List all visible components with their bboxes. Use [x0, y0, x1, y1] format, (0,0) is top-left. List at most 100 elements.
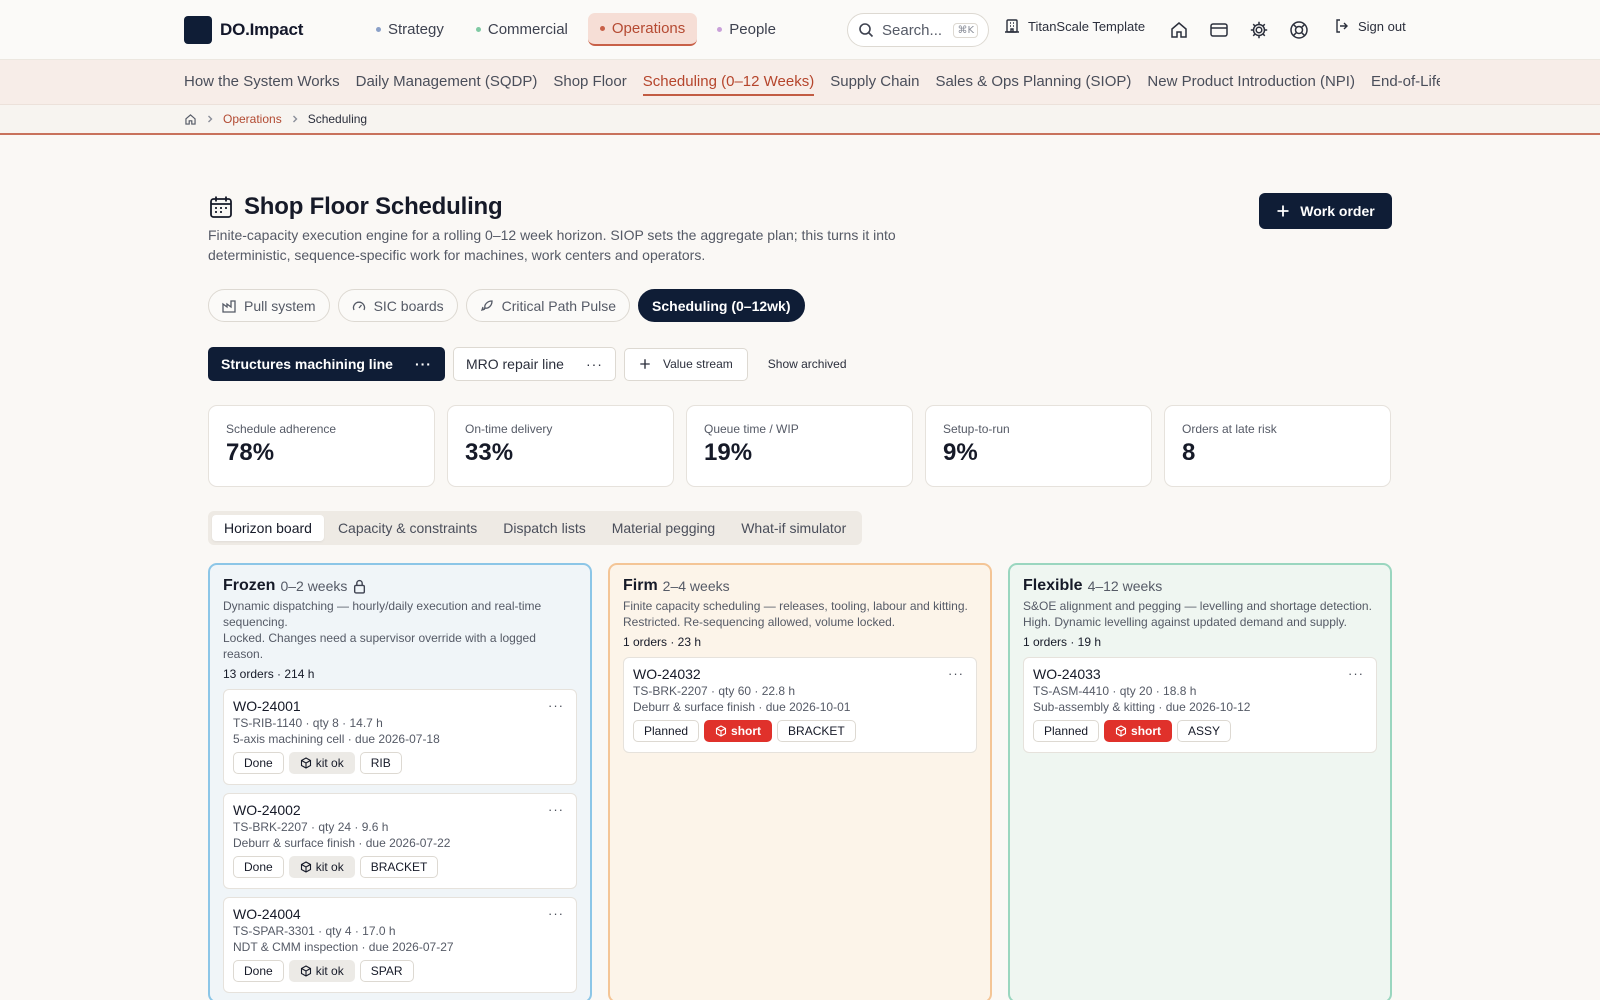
work-order-operation: 5-axis machining cell · due 2026-07-18 [233, 732, 440, 746]
module-label: People [729, 21, 776, 38]
work-order-operation: Deburr & surface finish · due 2026-10-01 [633, 700, 851, 714]
mode-sic-boards[interactable]: SIC boards [337, 289, 458, 322]
kit-status-badge: kit ok [288, 752, 355, 774]
column-title: Firm [623, 577, 658, 594]
tab-npi[interactable]: New Product Introduction (NPI) [1147, 60, 1355, 103]
module-commercial[interactable]: Commercial [464, 13, 580, 46]
value-stream-label: Structures machining line [221, 356, 393, 372]
part-family-badge: BRACKET [777, 720, 856, 742]
more-horizontal-icon[interactable]: ··· [548, 906, 564, 921]
horizon-column-flexible: Flexible 4–12 weeks S&OE alignment and p… [1008, 563, 1392, 1000]
work-order-part: TS-BRK-2207 · qty 60 · 22.8 h [633, 684, 796, 698]
tab-siop[interactable]: Sales & Ops Planning (SIOP) [935, 60, 1131, 103]
value-stream-mro[interactable]: MRO repair line ··· [452, 347, 616, 381]
kpi-setup-to-run: Setup-to-run 9% [925, 405, 1152, 487]
chevron-right-icon [290, 114, 300, 124]
more-horizontal-icon[interactable]: ··· [415, 356, 432, 372]
building-icon [1004, 18, 1020, 34]
kpi-schedule-adherence: Schedule adherence 78% [208, 405, 435, 487]
more-horizontal-icon[interactable]: ··· [1348, 666, 1364, 681]
search-icon [858, 22, 874, 38]
kit-status-badge: kit ok [288, 856, 355, 878]
brand-logo[interactable]: DO.Impact [184, 16, 303, 44]
tab-end-of-life[interactable]: End-of-Life [1371, 60, 1440, 103]
part-family-badge: BRACKET [359, 856, 439, 878]
kpi-row: Schedule adherence 78% On-time delivery … [208, 405, 1391, 487]
kpi-value: 19% [704, 439, 753, 466]
home-icon[interactable] [184, 113, 197, 126]
settings-gear-icon[interactable] [1246, 17, 1272, 43]
more-horizontal-icon[interactable]: ··· [548, 698, 564, 713]
tab-shop-floor[interactable]: Shop Floor [553, 60, 626, 103]
work-order-card[interactable]: WO-24033 ··· TS-ASM-4410 · qty 20 · 18.8… [1023, 657, 1377, 753]
work-order-id: WO-24004 [233, 906, 301, 922]
sign-out-label: Sign out [1358, 18, 1406, 34]
work-order-card[interactable]: WO-24001 ··· TS-RIB-1140 · qty 8 · 14.7 … [223, 689, 577, 785]
kpi-label: Queue time / WIP [704, 422, 799, 436]
work-order-card[interactable]: WO-24032 ··· TS-BRK-2207 · qty 60 · 22.8… [623, 657, 977, 753]
top-nav: DO.Impact Strategy Commercial Operations… [0, 0, 1600, 60]
more-horizontal-icon[interactable]: ··· [586, 356, 603, 372]
column-stats: 13 orders · 214 h [223, 667, 315, 681]
breadcrumb: Operations Scheduling [184, 112, 367, 126]
module-label: Strategy [388, 21, 444, 38]
tenant-label: TitanScale Template [1028, 18, 1146, 34]
column-policy: Restricted. Re-sequencing allowed, volum… [623, 615, 896, 629]
work-order-part: TS-SPAR-3301 · qty 4 · 17.0 h [233, 924, 396, 938]
module-operations[interactable]: Operations [587, 13, 698, 46]
work-order-card[interactable]: WO-24004 ··· TS-SPAR-3301 · qty 4 · 17.0… [223, 897, 577, 993]
work-order-part: TS-BRK-2207 · qty 24 · 9.6 h [233, 820, 389, 834]
kit-status-label: kit ok [315, 964, 344, 978]
kpi-label: Setup-to-run [943, 422, 1010, 436]
tab-material-pegging[interactable]: Material pegging [600, 515, 728, 541]
tab-scheduling[interactable]: Scheduling (0–12 Weeks) [642, 60, 815, 96]
show-archived-toggle[interactable]: Show archived [768, 357, 847, 371]
value-stream-structures[interactable]: Structures machining line ··· [208, 347, 445, 381]
tab-capacity-constraints[interactable]: Capacity & constraints [326, 515, 489, 541]
more-horizontal-icon[interactable]: ··· [548, 802, 564, 817]
tab-supply-chain[interactable]: Supply Chain [830, 60, 919, 103]
tab-how-the-system-works[interactable]: How the System Works [184, 60, 340, 103]
tab-daily-management[interactable]: Daily Management (SQDP) [356, 60, 538, 103]
module-people[interactable]: People [705, 13, 788, 46]
work-order-operation: NDT & CMM inspection · due 2026-07-27 [233, 940, 454, 954]
kit-status-label: kit ok [315, 860, 344, 874]
column-description: S&OE alignment and pegging — levelling a… [1023, 599, 1372, 613]
mode-critical-path-pulse[interactable]: Critical Path Pulse [465, 289, 631, 322]
tab-horizon-board[interactable]: Horizon board [212, 515, 324, 541]
status-badge: Planned [1033, 720, 1100, 742]
package-icon [715, 725, 727, 737]
mode-scheduling[interactable]: Scheduling (0–12wk) [638, 289, 805, 322]
tenant-switcher[interactable]: TitanScale Template [1004, 18, 1145, 34]
search-shortcut: ⌘K [953, 22, 978, 38]
kit-status-badge: short [1104, 720, 1173, 742]
more-horizontal-icon[interactable]: ··· [948, 666, 964, 681]
kpi-value: 8 [1182, 439, 1196, 466]
tab-dispatch-lists[interactable]: Dispatch lists [491, 515, 597, 541]
billing-card-icon[interactable] [1206, 17, 1232, 43]
kpi-value: 78% [226, 439, 275, 466]
tab-what-if-simulator[interactable]: What-if simulator [729, 515, 858, 541]
work-order-id: WO-24033 [1033, 666, 1101, 682]
module-strategy[interactable]: Strategy [364, 13, 456, 46]
column-policy: High. Dynamic levelling against updated … [1023, 615, 1347, 629]
calendar-icon [208, 194, 234, 220]
rocket-icon [480, 299, 494, 313]
work-order-card[interactable]: WO-24002 ··· TS-BRK-2207 · qty 24 · 9.6 … [223, 793, 577, 889]
search-input[interactable]: Search... ⌘K [847, 13, 989, 47]
add-value-stream-button[interactable]: Value stream [623, 347, 748, 381]
breadcrumb-operations[interactable]: Operations [223, 112, 282, 126]
part-family-badge: ASSY [1177, 720, 1232, 742]
sign-out-icon [1334, 18, 1350, 34]
sign-out-button[interactable]: Sign out [1334, 18, 1406, 34]
help-lifebuoy-icon[interactable] [1286, 17, 1312, 43]
status-badge: Done [233, 856, 284, 878]
package-icon [300, 965, 312, 977]
home-icon[interactable] [1166, 17, 1192, 43]
new-work-order-button[interactable]: Work order [1259, 193, 1392, 229]
mode-pull-system[interactable]: Pull system [208, 289, 330, 322]
status-badge: Done [233, 752, 284, 774]
mode-label: Critical Path Pulse [501, 297, 617, 314]
plus-icon [1276, 204, 1290, 218]
page-title-row: Shop Floor Scheduling [208, 193, 503, 221]
